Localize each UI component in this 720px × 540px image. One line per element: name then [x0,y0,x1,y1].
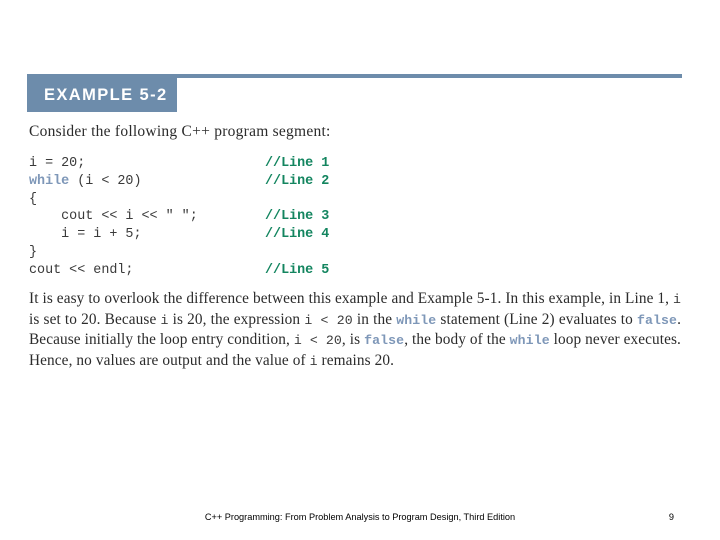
code-comment: //Line 3 [265,209,330,225]
code-text: } [29,244,38,260]
footer-credit: C++ Programming: From Problem Analysis t… [204,512,516,522]
intro-sentence: Consider the following C++ program segme… [29,123,331,140]
footer-page-number: 9 [668,512,674,522]
code-text: { [29,191,38,207]
code-line: i = 20; //Line 1 [29,155,669,173]
example-tag-label: EXAMPLE 5-2 [44,85,168,104]
inline-code: i [309,353,318,369]
inline-keyword: while [509,333,550,349]
code-line: cout << endl; //Line 5 [29,262,669,280]
inline-keyword: while [396,312,437,328]
inline-keyword: false [637,312,678,328]
inline-code: i < 20 [293,333,342,349]
inline-code: i [160,312,169,328]
code-line: i = i + 5; //Line 4 [29,226,669,244]
code-keyword: while [29,173,70,189]
inline-keyword: false [364,333,405,349]
slide-canvas: EXAMPLE 5-2 Consider the following C++ p… [0,0,720,540]
code-text: i = 20; [29,156,86,171]
inline-code: i < 20 [304,312,353,328]
code-line: { [29,191,669,209]
code-line: cout << i << " "; //Line 3 [29,208,669,226]
code-comment: //Line 1 [265,156,330,171]
code-comment: //Line 5 [265,262,330,278]
explanation-paragraph: It is easy to overlook the difference be… [29,290,682,369]
code-text: i = i + 5; [29,227,142,243]
code-text: cout << endl; [29,262,134,278]
inline-code: i [672,292,681,307]
code-text: (i < 20) [69,173,142,189]
code-line: } [29,244,669,262]
code-line: while (i < 20) //Line 2 [29,173,669,191]
code-comment: //Line 2 [265,173,330,189]
example-tag-badge: EXAMPLE 5-2 [27,78,177,112]
code-text: cout << i << " "; [29,209,198,225]
code-block: i = 20; //Line 1 while (i < 20) //Line 2 { c… [29,155,669,280]
code-comment: //Line 4 [265,227,330,243]
